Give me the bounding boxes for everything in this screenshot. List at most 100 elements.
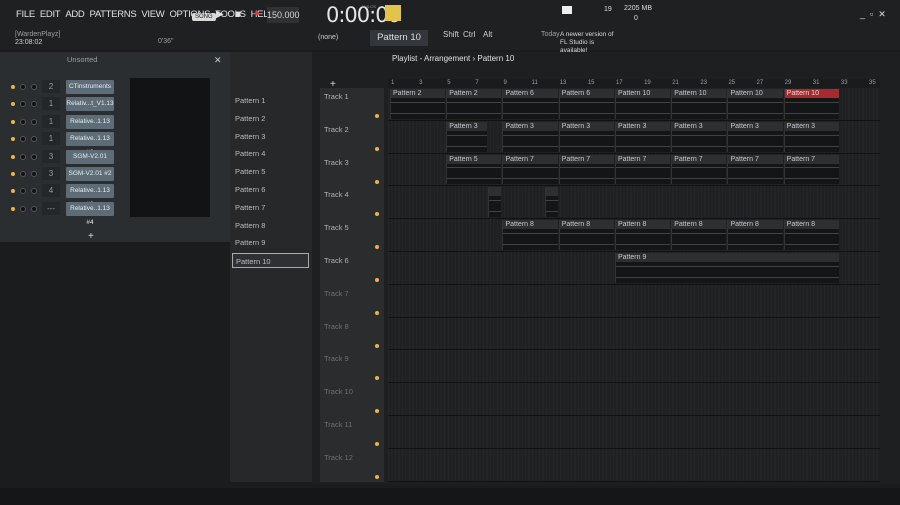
channel-led[interactable]: [11, 206, 15, 211]
pattern-clip[interactable]: [544, 187, 558, 218]
channel-button[interactable]: SGM-V2.01 #2: [66, 167, 114, 181]
pattern-clip[interactable]: Pattern 7: [502, 154, 558, 185]
menu-patterns[interactable]: PATTERNS: [90, 9, 137, 20]
pattern-clip[interactable]: Pattern 8: [502, 220, 558, 250]
track-label[interactable]: Track 10: [324, 387, 353, 396]
channel-button[interactable]: Relative..1.13 #5: [66, 114, 114, 139]
menu-add[interactable]: ADD: [65, 9, 84, 20]
record-button[interactable]: ●: [254, 8, 260, 19]
channel-filter[interactable]: Unsorted: [67, 55, 97, 64]
track-mute-led[interactable]: [375, 442, 379, 446]
track-mute-led[interactable]: [375, 114, 379, 118]
pan-knob[interactable]: [20, 171, 26, 177]
track-mute-led[interactable]: [375, 146, 379, 151]
mixer-track-number[interactable]: 1: [42, 97, 60, 111]
volume-knob[interactable]: [31, 84, 37, 90]
piano-roll-preview[interactable]: [130, 78, 210, 217]
channel-button[interactable]: Relative..1.13 #3: [66, 184, 114, 208]
pattern-clip[interactable]: Pattern 8: [558, 220, 614, 250]
channel-led[interactable]: [11, 85, 15, 89]
track-mute-led[interactable]: [375, 179, 379, 184]
tempo-field[interactable]: 150.000: [267, 7, 300, 23]
track-label[interactable]: Track 2: [324, 125, 349, 134]
channel-led[interactable]: [11, 172, 15, 176]
menu-edit[interactable]: EDIT: [40, 9, 61, 20]
pattern-clip[interactable]: Pattern 5: [446, 154, 502, 185]
close-icon[interactable]: ✕: [214, 55, 222, 66]
volume-knob[interactable]: [31, 205, 37, 212]
channel-led[interactable]: [11, 119, 15, 124]
track-label[interactable]: Track 11: [324, 420, 352, 429]
mixer-track-number[interactable]: 3: [42, 167, 60, 180]
pattern-song-icon[interactable]: [385, 5, 401, 21]
pattern-item[interactable]: Pattern 8: [232, 218, 309, 233]
channel-led[interactable]: [11, 154, 15, 159]
menu-view[interactable]: VIEW: [141, 9, 164, 20]
pattern-clip[interactable]: Pattern 6: [502, 89, 558, 119]
pattern-item[interactable]: Pattern 6: [232, 182, 309, 197]
mixer-track-number[interactable]: 1: [42, 114, 60, 128]
track-label[interactable]: Track 1: [324, 92, 349, 101]
track-label[interactable]: Track 4: [324, 190, 349, 199]
timeline-ruler[interactable]: [388, 79, 880, 88]
pattern-item[interactable]: Pattern 3: [232, 129, 309, 144]
pattern-item[interactable]: Pattern 5: [232, 164, 309, 179]
pattern-clip[interactable]: Pattern 10: [671, 89, 727, 119]
pattern-clip[interactable]: Pattern 2: [390, 89, 446, 119]
channel-button[interactable]: Relativ...t_V1.13: [66, 97, 114, 112]
track-mute-led[interactable]: [375, 474, 379, 479]
track-label[interactable]: Track 8: [324, 322, 349, 331]
pattern-clip[interactable]: Pattern 3: [446, 121, 488, 152]
song-mode-toggle[interactable]: SONG: [192, 13, 216, 21]
pattern-clip[interactable]: Pattern 8: [614, 220, 671, 250]
pattern-clip[interactable]: Pattern 10: [783, 89, 839, 119]
track-label[interactable]: Track 12: [324, 453, 353, 462]
pattern-clip[interactable]: Pattern 8: [783, 220, 839, 250]
pan-knob[interactable]: [20, 153, 26, 160]
channel-button[interactable]: Relative..1.13 #4: [66, 201, 114, 226]
pan-knob[interactable]: [20, 205, 26, 212]
pattern-clip[interactable]: Pattern 10: [614, 89, 671, 119]
pattern-clip[interactable]: Pattern 7: [558, 154, 614, 185]
shift-key[interactable]: Shift: [443, 30, 459, 39]
pattern-clip[interactable]: Pattern 10: [727, 89, 783, 119]
pattern-clip[interactable]: Pattern 3: [671, 121, 727, 152]
track-mute-led[interactable]: [375, 343, 379, 348]
track-label[interactable]: Track 7: [324, 289, 349, 298]
pan-knob[interactable]: [20, 118, 26, 125]
volume-knob[interactable]: [31, 118, 37, 125]
pattern-clip[interactable]: Pattern 3: [727, 121, 783, 152]
pattern-clip[interactable]: Pattern 8: [671, 220, 727, 250]
menu-file[interactable]: FILE: [16, 9, 35, 20]
track-label[interactable]: Track 6: [324, 256, 349, 265]
pattern-clip[interactable]: Pattern 7: [783, 154, 839, 185]
pattern-clip[interactable]: Pattern 7: [614, 154, 671, 185]
pattern-item[interactable]: Pattern 1: [232, 93, 309, 108]
alt-key[interactable]: Alt: [483, 30, 492, 39]
pattern-clip[interactable]: Pattern 3: [558, 121, 614, 152]
ctrl-key[interactable]: Ctrl: [463, 30, 475, 39]
track-mute-led[interactable]: [375, 278, 379, 282]
add-channel-button[interactable]: +: [88, 231, 94, 242]
channel-button[interactable]: CTinstruments: [66, 80, 114, 94]
volume-knob[interactable]: [31, 171, 37, 177]
pattern-selector[interactable]: Pattern 10: [370, 30, 428, 46]
pattern-clip[interactable]: [488, 187, 502, 218]
pattern-item[interactable]: Pattern 9: [232, 235, 309, 250]
pattern-item[interactable]: Pattern 10: [232, 253, 309, 269]
mixer-track-number[interactable]: ---: [42, 201, 60, 215]
pattern-item[interactable]: Pattern 7: [232, 200, 309, 215]
pan-knob[interactable]: [20, 84, 26, 90]
channel-button[interactable]: Relative..1.13 #2: [66, 132, 114, 156]
pattern-item[interactable]: Pattern 2: [232, 111, 309, 126]
pattern-clip[interactable]: Pattern 2: [446, 89, 502, 119]
track-label[interactable]: Track 9: [324, 354, 349, 363]
pattern-clip[interactable]: Pattern 6: [558, 89, 614, 119]
window-controls[interactable]: _▫✕: [860, 9, 891, 20]
mixer-track-number[interactable]: 2: [42, 80, 60, 93]
stop-button[interactable]: ■: [235, 9, 241, 20]
pattern-clip[interactable]: Pattern 9: [614, 253, 839, 283]
pattern-item[interactable]: Pattern 4: [232, 146, 309, 161]
pattern-clip[interactable]: Pattern 3: [614, 121, 671, 152]
track-label[interactable]: Track 3: [324, 158, 349, 167]
